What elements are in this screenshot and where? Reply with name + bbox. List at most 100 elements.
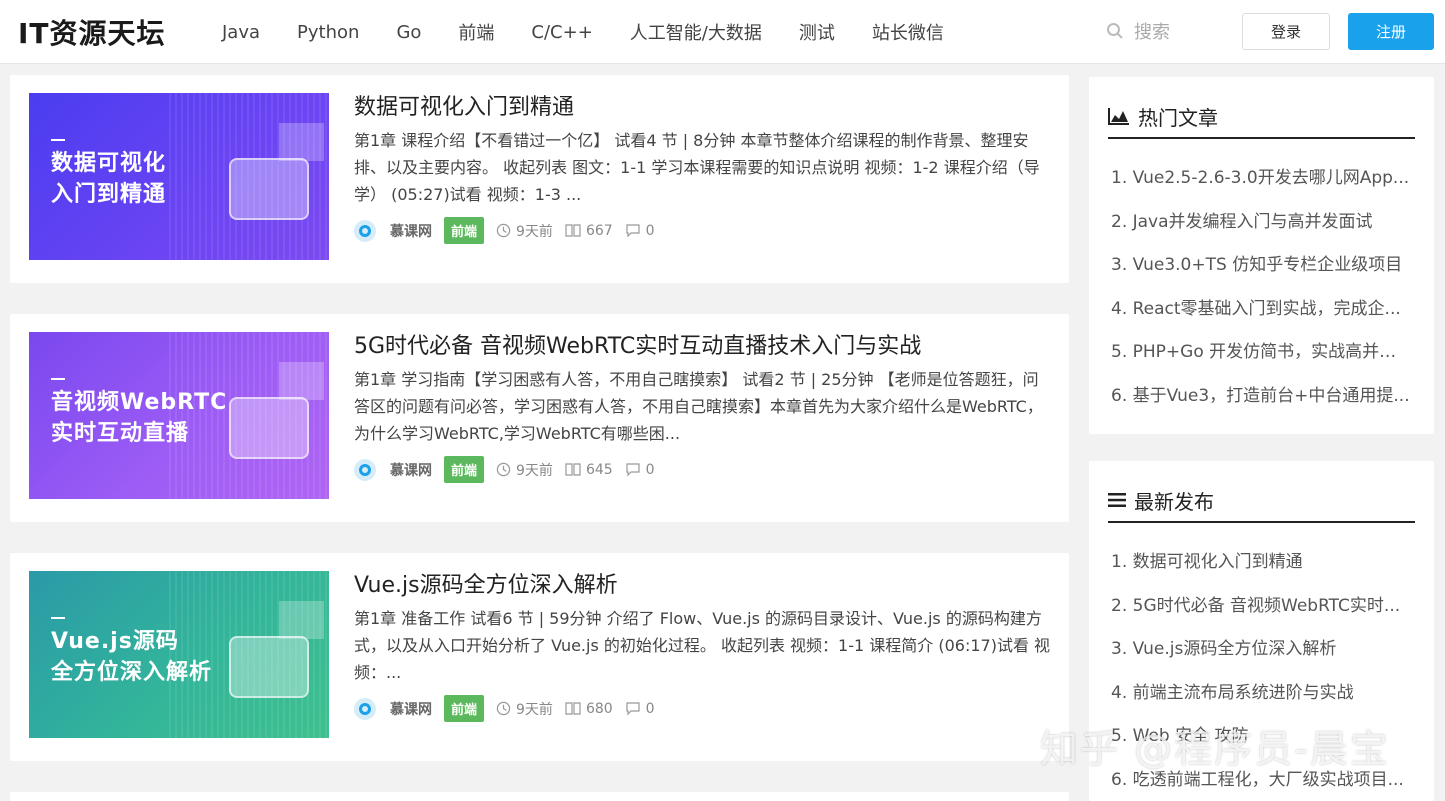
- article-excerpt: 第1章 学习指南【学习困惑有人答，不用自己瞎摸索】 试看2 节 | 25分钟 【…: [354, 370, 1043, 443]
- thumbnail-dash: [51, 617, 65, 619]
- search-icon: [1107, 23, 1123, 39]
- nav-item-python[interactable]: Python: [297, 22, 359, 43]
- cube-icon: [229, 158, 309, 220]
- article-thumbnail[interactable]: 数据可视化 入门到精通: [29, 93, 329, 260]
- chart-icon: [279, 123, 324, 161]
- comment-count-text: 0: [645, 700, 655, 717]
- post-time-text: 9天前: [516, 223, 553, 240]
- search-placeholder: 搜索: [1134, 22, 1170, 43]
- video-icon: [279, 362, 324, 400]
- category-tag[interactable]: 前端: [444, 695, 485, 722]
- article-title[interactable]: 数据可视化入门到精通: [354, 89, 574, 121]
- list-item[interactable]: 5. PHP+Go 开发仿简书，实战高并发...: [1111, 337, 1411, 381]
- register-button[interactable]: 注册: [1348, 13, 1434, 50]
- book-icon: [565, 224, 581, 237]
- list-item[interactable]: 2. 5G时代必备 音视频WebRTC实时...: [1111, 591, 1411, 635]
- article-thumbnail[interactable]: Vue.js源码 全方位深入解析: [29, 571, 329, 738]
- author-avatar: [354, 458, 376, 481]
- thumbnail-text: 数据可视化 入门到精通: [51, 148, 166, 210]
- view-count-text: 645: [585, 461, 613, 478]
- hot-articles-widget: 热门文章 1. Vue2.5-2.6-3.0开发去哪儿网App... 2. Ja…: [1089, 77, 1434, 434]
- thumbnail-line-1: 音视频WebRTC: [51, 390, 228, 415]
- clock-icon: [496, 701, 511, 716]
- thumbnail-text: Vue.js源码 全方位深入解析: [51, 626, 212, 688]
- article-card: 音视频WebRTC 实时互动直播 5G时代必备 音视频WebRTC实时互动直播技…: [10, 314, 1069, 522]
- thumbnail-line-1: Vue.js源码: [51, 629, 179, 654]
- area-chart-icon: [1108, 108, 1129, 125]
- nav-item-java[interactable]: Java: [222, 22, 260, 43]
- view-count-text: 667: [585, 222, 613, 239]
- author-name[interactable]: 慕课网: [390, 460, 432, 480]
- widget-header: 热门文章: [1108, 95, 1415, 139]
- list-item[interactable]: 1. 数据可视化入门到精通: [1111, 547, 1411, 591]
- vue-logo-icon: [229, 636, 309, 698]
- clock-icon: [496, 462, 511, 477]
- comment-count-text: 0: [645, 222, 655, 239]
- article-card-partial: [10, 792, 1069, 801]
- article-card: 数据可视化 入门到精通 数据可视化入门到精通 第1章 课程介绍【不看错过一个亿】…: [10, 75, 1069, 283]
- author-name[interactable]: 慕课网: [390, 699, 432, 719]
- login-button[interactable]: 登录: [1242, 13, 1330, 50]
- category-tag[interactable]: 前端: [444, 456, 485, 483]
- site-logo[interactable]: IT资源天坛: [18, 12, 166, 52]
- comment-icon: [626, 463, 640, 477]
- search-box[interactable]: 搜索: [1106, 18, 1170, 44]
- view-count: 667: [565, 223, 613, 239]
- nav-item-testing[interactable]: 测试: [799, 19, 835, 45]
- view-count-text: 680: [585, 700, 613, 717]
- widget-header: 最新发布: [1108, 479, 1415, 523]
- author-name[interactable]: 慕课网: [390, 221, 432, 241]
- comment-icon: [626, 702, 640, 716]
- comment-count[interactable]: 0: [625, 223, 655, 239]
- post-time: 9天前: [496, 699, 553, 719]
- list-icon: [1108, 493, 1126, 507]
- thumbnail-dash: [51, 139, 65, 141]
- view-count: 645: [565, 462, 613, 478]
- thumbnail-line-2: 入门到精通: [51, 182, 167, 207]
- nav-item-wechat[interactable]: 站长微信: [872, 19, 944, 45]
- nav-item-frontend[interactable]: 前端: [458, 19, 494, 45]
- post-time: 9天前: [496, 460, 553, 480]
- thumbnail-line-1: 数据可视化: [51, 151, 167, 176]
- article-excerpt: 第1章 准备工作 试看6 节 | 59分钟 介绍了 Flow、Vue.js 的源…: [354, 609, 1051, 682]
- article-excerpt: 第1章 课程介绍【不看错过一个亿】 试看4 节 | 8分钟 本章节整体介绍课程的…: [354, 131, 1040, 204]
- author-avatar: [354, 697, 376, 720]
- nav-item-ai-bigdata[interactable]: 人工智能/大数据: [630, 19, 762, 45]
- book-icon: [565, 702, 581, 715]
- list-item[interactable]: 4. React零基础入门到实战，完成企...: [1111, 294, 1411, 338]
- list-item[interactable]: 4. 前端主流布局系统进阶与实战: [1111, 678, 1411, 722]
- list-item[interactable]: 3. Vue.js源码全方位深入解析: [1111, 634, 1411, 678]
- main-nav: Java Python Go 前端 C/C++ 人工智能/大数据 测试 站长微信: [222, 0, 981, 64]
- widget-title: 热门文章: [1138, 105, 1218, 130]
- nav-item-go[interactable]: Go: [396, 22, 421, 43]
- comment-count[interactable]: 0: [625, 462, 655, 478]
- list-item[interactable]: 3. Vue3.0+TS 仿知乎专栏企业级项目: [1111, 250, 1411, 294]
- article-meta: 慕课网 前端 9天前 667 0: [354, 217, 667, 244]
- watermark: 知乎 @程序员-晨宝: [1040, 727, 1390, 771]
- list-item[interactable]: 6. 基于Vue3，打造前台+中台通用提...: [1111, 381, 1411, 425]
- thumbnail-line-2: 全方位深入解析: [51, 660, 213, 685]
- post-time-text: 9天前: [516, 701, 553, 718]
- list-item[interactable]: 2. Java并发编程入门与高并发面试: [1111, 207, 1411, 251]
- widget-title: 最新发布: [1134, 489, 1214, 514]
- thumbnail-line-2: 实时互动直播: [51, 421, 190, 446]
- thumbnail-text: 音视频WebRTC 实时互动直播: [51, 387, 227, 449]
- book-icon: [565, 463, 581, 476]
- post-time: 9天前: [496, 221, 553, 241]
- nav-item-cpp[interactable]: C/C++: [531, 22, 592, 43]
- comment-count[interactable]: 0: [625, 701, 655, 717]
- article-thumbnail[interactable]: 音视频WebRTC 实时互动直播: [29, 332, 329, 499]
- window-icon: [279, 601, 324, 639]
- article-title[interactable]: Vue.js源码全方位深入解析: [354, 567, 618, 599]
- article-card: Vue.js源码 全方位深入解析 Vue.js源码全方位深入解析 第1章 准备工…: [10, 553, 1069, 761]
- rtc-icon: [229, 397, 309, 459]
- article-title[interactable]: 5G时代必备 音视频WebRTC实时互动直播技术入门与实战: [354, 328, 921, 360]
- list-item[interactable]: 1. Vue2.5-2.6-3.0开发去哪儿网App...: [1111, 163, 1411, 207]
- clock-icon: [496, 223, 511, 238]
- category-tag[interactable]: 前端: [444, 217, 485, 244]
- top-header: IT资源天坛 Java Python Go 前端 C/C++ 人工智能/大数据 …: [0, 0, 1445, 64]
- comment-count-text: 0: [645, 461, 655, 478]
- author-avatar: [354, 219, 376, 242]
- thumbnail-dash: [51, 378, 65, 380]
- comment-icon: [626, 224, 640, 238]
